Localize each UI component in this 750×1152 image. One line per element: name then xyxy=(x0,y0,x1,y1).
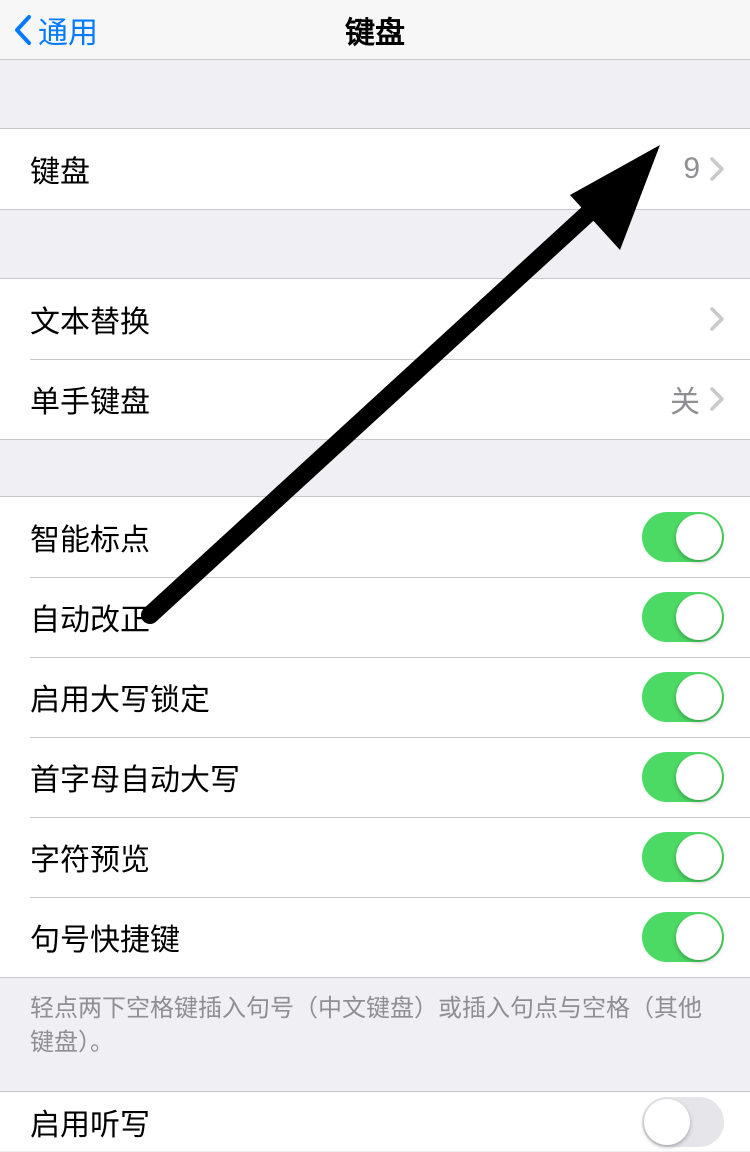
auto-correction-row: 自动改正 xyxy=(0,577,750,657)
period-shortcut-label: 句号快捷键 xyxy=(30,915,642,959)
auto-correction-toggle[interactable] xyxy=(642,592,724,642)
caps-lock-toggle[interactable] xyxy=(642,672,724,722)
text-options-group: 文本替换 单手键盘 关 xyxy=(0,278,750,440)
keyboards-row[interactable]: 键盘 9 xyxy=(0,129,750,209)
char-preview-toggle[interactable] xyxy=(642,832,724,882)
caps-lock-row: 启用大写锁定 xyxy=(0,657,750,737)
enable-dictation-label: 启用听写 xyxy=(30,1100,642,1144)
navbar: 通用 键盘 xyxy=(0,0,750,60)
auto-capitalization-row: 首字母自动大写 xyxy=(0,737,750,817)
toggle-knob xyxy=(676,914,722,960)
period-shortcut-footer: 轻点两下空格键插入句号（中文键盘）或插入句点与空格（其他键盘）。 xyxy=(0,978,750,1073)
keyboards-list-group: 键盘 9 xyxy=(0,128,750,210)
toggle-knob xyxy=(676,754,722,800)
back-button[interactable]: 通用 xyxy=(0,8,98,52)
auto-capitalization-toggle[interactable] xyxy=(642,752,724,802)
chevron-right-icon xyxy=(710,307,724,331)
chevron-right-icon xyxy=(710,387,724,411)
keyboards-label: 键盘 xyxy=(30,147,683,191)
toggle-knob xyxy=(644,1099,690,1145)
toggle-knob xyxy=(676,674,722,720)
char-preview-label: 字符预览 xyxy=(30,835,642,879)
char-preview-row: 字符预览 xyxy=(0,817,750,897)
toggle-knob xyxy=(676,594,722,640)
toggles-group: 智能标点 自动改正 启用大写锁定 首字母自动大写 字符预览 句号快捷键 xyxy=(0,496,750,978)
smart-punctuation-label: 智能标点 xyxy=(30,515,642,559)
page-title: 键盘 xyxy=(345,8,405,52)
one-handed-label: 单手键盘 xyxy=(30,377,670,421)
auto-capitalization-label: 首字母自动大写 xyxy=(30,755,642,799)
toggle-knob xyxy=(676,514,722,560)
one-handed-keyboard-row[interactable]: 单手键盘 关 xyxy=(0,359,750,439)
back-chevron-icon xyxy=(14,15,32,45)
enable-dictation-row: 启用听写 xyxy=(0,1091,750,1151)
toggle-knob xyxy=(676,834,722,880)
keyboards-count: 9 xyxy=(683,152,700,186)
back-label: 通用 xyxy=(38,8,98,52)
enable-dictation-toggle[interactable] xyxy=(642,1097,724,1147)
period-shortcut-row: 句号快捷键 xyxy=(0,897,750,977)
period-shortcut-toggle[interactable] xyxy=(642,912,724,962)
one-handed-value: 关 xyxy=(670,377,700,421)
smart-punctuation-row: 智能标点 xyxy=(0,497,750,577)
text-replacement-label: 文本替换 xyxy=(30,297,710,341)
text-replacement-row[interactable]: 文本替换 xyxy=(0,279,750,359)
smart-punctuation-toggle[interactable] xyxy=(642,512,724,562)
chevron-right-icon xyxy=(710,157,724,181)
auto-correction-label: 自动改正 xyxy=(30,595,642,639)
caps-lock-label: 启用大写锁定 xyxy=(30,675,642,719)
